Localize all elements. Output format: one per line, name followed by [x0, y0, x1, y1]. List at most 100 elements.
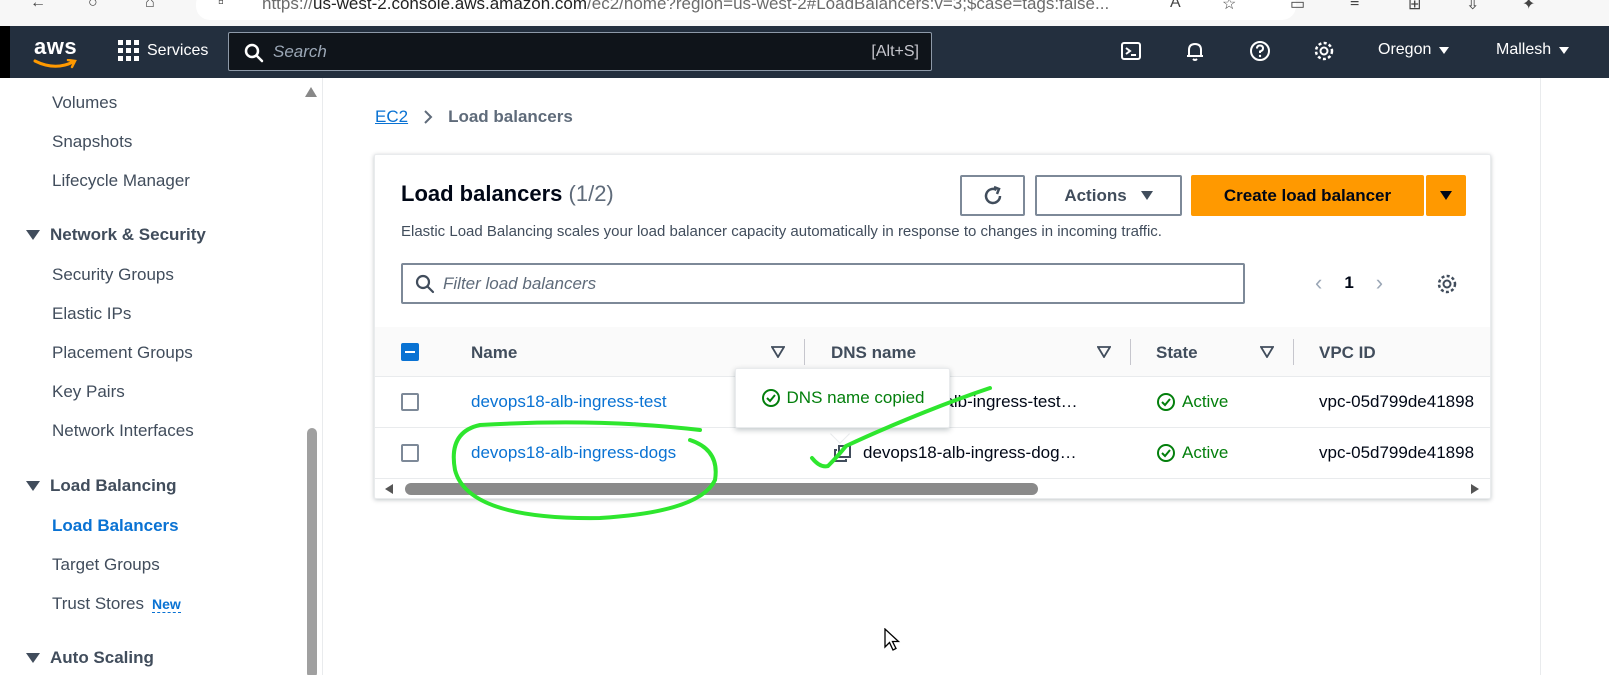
- sidebar-item-trust-stores[interactable]: Trust Stores New: [52, 594, 181, 614]
- caret-down-icon: [1559, 46, 1570, 54]
- column-header-name[interactable]: Name: [471, 343, 517, 363]
- sidebar-section-load-balancing[interactable]: Load Balancing: [26, 476, 177, 496]
- region-selector[interactable]: Oregon: [1378, 41, 1450, 59]
- aws-smile-icon: [33, 59, 77, 69]
- site-info-icon[interactable]: ▫: [218, 0, 240, 11]
- home-icon[interactable]: ⌂: [145, 0, 167, 11]
- table-horizontal-scrollbar[interactable]: [375, 480, 1490, 498]
- preferences-gear-icon[interactable]: [1436, 273, 1458, 295]
- select-all-checkbox[interactable]: [401, 343, 419, 361]
- sidebar-item-snapshots[interactable]: Snapshots: [52, 132, 132, 152]
- sort-icon[interactable]: [1260, 346, 1274, 358]
- sidebar-navigation: Volumes Snapshots Lifecycle Manager Netw…: [0, 78, 323, 675]
- filter-input[interactable]: [443, 273, 1223, 295]
- copy-icon[interactable]: [834, 445, 852, 463]
- tooltip-text: DNS name copied: [786, 388, 925, 407]
- refresh-icon[interactable]: ○: [88, 0, 110, 11]
- sidebar-item-load-balancers[interactable]: Load Balancers: [52, 516, 179, 536]
- expand-triangle-icon: [26, 481, 40, 491]
- settings-gear-icon[interactable]: [1313, 40, 1335, 62]
- sidebar-item-key-pairs[interactable]: Key Pairs: [52, 382, 125, 402]
- expand-triangle-icon: [26, 230, 40, 240]
- global-search-input[interactable]: [273, 41, 833, 63]
- column-divider[interactable]: [1293, 339, 1294, 365]
- sort-icon[interactable]: [1097, 346, 1111, 358]
- sidebar-item-network-interfaces[interactable]: Network Interfaces: [52, 421, 194, 441]
- column-divider[interactable]: [804, 339, 805, 365]
- mouse-cursor-icon: [884, 628, 901, 651]
- back-icon[interactable]: ←: [30, 0, 52, 11]
- right-utility-panel: [1540, 78, 1609, 675]
- create-load-balancer-button[interactable]: Create load balancer: [1191, 175, 1424, 216]
- cloudshell-icon[interactable]: [1120, 40, 1142, 62]
- create-dropdown-button[interactable]: [1426, 175, 1466, 216]
- favorite-icon[interactable]: ☆: [1222, 0, 1244, 13]
- sidebar-item-placement-groups[interactable]: Placement Groups: [52, 343, 193, 363]
- account-menu[interactable]: Mallesh: [1496, 41, 1570, 59]
- panel-title-text: Load balancers: [401, 181, 563, 206]
- pagination: ‹ 1 ›: [1315, 270, 1383, 296]
- new-badge: New: [151, 596, 181, 613]
- status-success-icon: [1157, 393, 1175, 411]
- sidebar-item-volumes[interactable]: Volumes: [52, 93, 117, 113]
- top-navigation: aws Services [Alt+S] Oregon: [10, 26, 1609, 78]
- notifications-bell-icon[interactable]: [1184, 40, 1206, 62]
- refresh-button[interactable]: [960, 175, 1025, 216]
- scroll-up-arrow-icon[interactable]: [305, 87, 317, 97]
- vpc-id-cell: vpc-05d799de41898: [1319, 392, 1475, 411]
- sidebar-item-lifecycle-manager[interactable]: Lifecycle Manager: [52, 171, 190, 191]
- address-url[interactable]: https://us-west-2.console.aws.amazon.com…: [262, 0, 1109, 14]
- search-icon: [244, 43, 264, 63]
- read-aloud-icon[interactable]: A: [1170, 0, 1192, 11]
- services-menu-button[interactable]: Services: [118, 40, 208, 61]
- help-icon[interactable]: [1249, 40, 1271, 62]
- sidebar-section-network-security[interactable]: Network & Security: [26, 225, 206, 245]
- breadcrumb-current: Load balancers: [448, 107, 573, 126]
- state-label: Active: [1182, 443, 1229, 462]
- scrollbar-thumb[interactable]: [405, 483, 1038, 495]
- load-balancer-name-link[interactable]: devops18-alb-ingress-test: [471, 392, 667, 412]
- breadcrumb: EC2 Load balancers: [375, 107, 573, 127]
- sidebar-section-auto-scaling[interactable]: Auto Scaling: [26, 648, 154, 668]
- state-label: Active: [1182, 392, 1229, 411]
- table-row[interactable]: devops18-alb-ingress-dogs devops18-alb-i…: [375, 428, 1490, 479]
- row-checkbox[interactable]: [401, 444, 419, 462]
- search-shortcut: [Alt+S]: [871, 43, 919, 60]
- breadcrumb-link-ec2[interactable]: EC2: [375, 107, 408, 127]
- dns-name-cell: devops18-alb-ingress-dog…: [863, 443, 1077, 462]
- copied-tooltip: DNS name copied: [735, 368, 950, 428]
- actions-label: Actions: [1064, 185, 1127, 205]
- column-divider[interactable]: [1130, 339, 1131, 365]
- column-header-dns-name[interactable]: DNS name: [831, 343, 916, 363]
- downloads-icon[interactable]: ⇩: [1466, 0, 1488, 13]
- split-screen-icon[interactable]: ▭: [1290, 0, 1312, 13]
- scroll-right-arrow-icon[interactable]: [1471, 484, 1479, 494]
- selection-count: (1/2): [568, 181, 614, 206]
- aws-logo[interactable]: aws: [34, 34, 77, 60]
- load-balancer-name-link[interactable]: devops18-alb-ingress-dogs: [471, 443, 676, 463]
- extensions-icon[interactable]: ✦: [1522, 0, 1544, 13]
- caret-down-icon: [1439, 46, 1450, 54]
- page-number[interactable]: 1: [1344, 273, 1353, 293]
- sort-icon[interactable]: [771, 346, 785, 358]
- section-label: Network & Security: [50, 225, 206, 244]
- collections-icon[interactable]: ⊞: [1408, 0, 1430, 13]
- actions-button[interactable]: Actions: [1035, 175, 1182, 216]
- sidebar-item-elastic-ips[interactable]: Elastic IPs: [52, 304, 131, 324]
- global-search[interactable]: [Alt+S]: [228, 32, 932, 71]
- filter-field[interactable]: [401, 263, 1245, 304]
- previous-page-icon[interactable]: ‹: [1315, 270, 1322, 296]
- column-header-state[interactable]: State: [1156, 343, 1198, 363]
- sidebar-item-security-groups[interactable]: Security Groups: [52, 265, 174, 285]
- favorites-list-icon[interactable]: ≡: [1350, 0, 1372, 11]
- column-header-vpc-id[interactable]: VPC ID: [1319, 343, 1376, 363]
- sidebar-item-target-groups[interactable]: Target Groups: [52, 555, 160, 575]
- row-checkbox[interactable]: [401, 393, 419, 411]
- vpc-id-cell: vpc-05d799de41898: [1319, 443, 1475, 462]
- scroll-left-arrow-icon[interactable]: [385, 484, 393, 494]
- region-label: Oregon: [1378, 41, 1432, 58]
- browser-chrome: ← ○ ⌂ ▫ https://us-west-2.console.aws.am…: [0, 0, 1609, 26]
- services-grid-icon: [118, 40, 139, 61]
- sidebar-scrollbar-thumb[interactable]: [307, 428, 317, 675]
- next-page-icon[interactable]: ›: [1376, 270, 1383, 296]
